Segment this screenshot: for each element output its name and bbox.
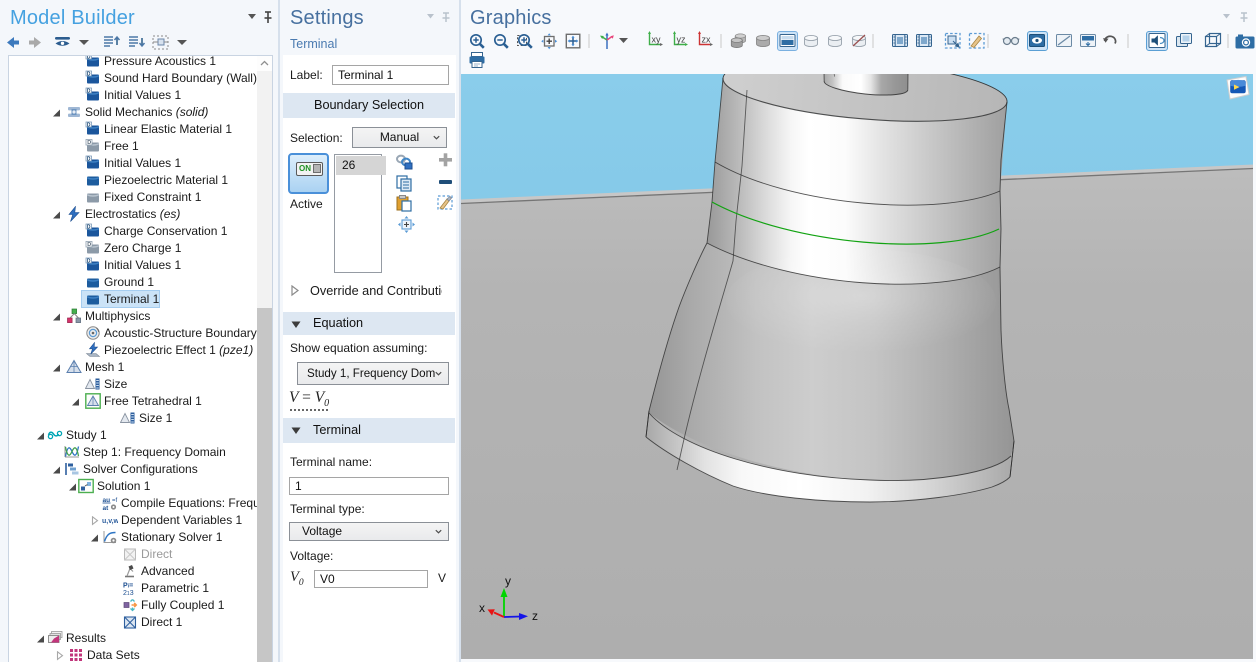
svg-text:D: D xyxy=(87,88,91,94)
svg-text:D: D xyxy=(87,224,91,230)
svg-text:y: y xyxy=(505,574,511,588)
svg-text:at: at xyxy=(103,505,110,511)
svg-text:213: 213 xyxy=(123,590,134,596)
svg-text:D: D xyxy=(87,258,91,264)
svg-text:zx: zx xyxy=(702,35,712,45)
svg-text:D: D xyxy=(87,140,91,146)
svg-text:z: z xyxy=(532,609,538,623)
svg-text:D: D xyxy=(87,55,91,60)
svg-text:D: D xyxy=(87,242,91,248)
svg-text:xy: xy xyxy=(652,35,662,45)
svg-text:D: D xyxy=(87,156,91,162)
svg-text:D: D xyxy=(87,122,91,128)
svg-text:=f: =f xyxy=(112,498,118,504)
svg-text:x: x xyxy=(479,601,485,615)
svg-text:Pi=: Pi= xyxy=(123,583,133,590)
svg-text:u,v,w: u,v,w xyxy=(102,518,118,525)
svg-text:D: D xyxy=(87,71,91,77)
svg-text:yz: yz xyxy=(677,35,687,45)
